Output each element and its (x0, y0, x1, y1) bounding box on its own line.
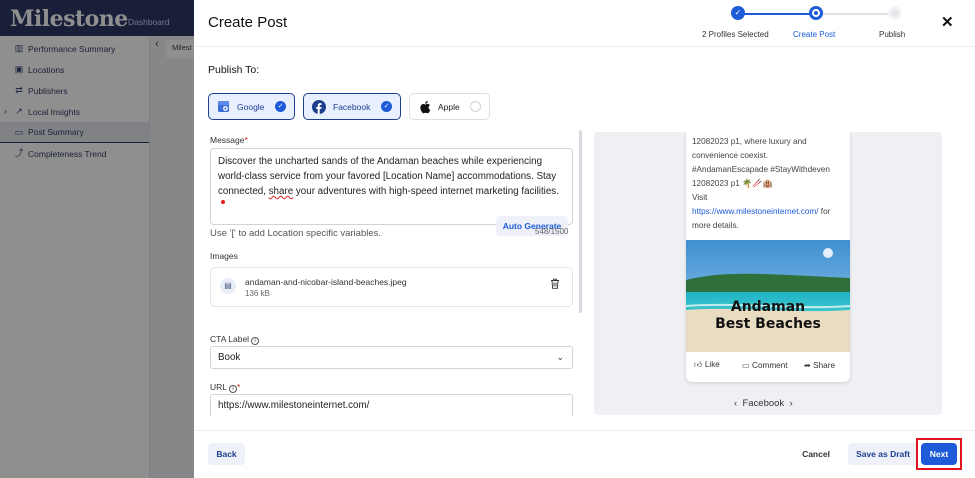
check-icon: ✓ (381, 101, 392, 112)
file-size: 136 kB (245, 289, 270, 298)
divider (194, 430, 975, 431)
url-input[interactable]: https://www.milestoneinternet.com/ (210, 394, 573, 416)
preview-line: 12082023 p1, where luxury and (692, 137, 807, 146)
chevron-right-icon[interactable]: › (789, 398, 792, 409)
cta-selected-value: Book (218, 352, 241, 363)
publisher-chip-facebook[interactable]: Facebook ✓ (303, 93, 401, 120)
facebook-preview-card: 12082023 p1, where luxury and convenienc… (686, 132, 850, 382)
images-label: Images (210, 251, 238, 261)
apple-icon (420, 100, 431, 113)
preview-line: more details. (692, 221, 739, 230)
preview-text: for (818, 207, 831, 216)
image-caption-line: Best Beaches (715, 316, 821, 332)
action-label: Share (813, 361, 836, 370)
error-dot-icon (221, 200, 225, 204)
preview-image: Andaman Best Beaches (686, 240, 850, 352)
post-form: Message* Discover the uncharted sands of… (208, 130, 583, 416)
required-mark: * (244, 135, 248, 145)
chevron-left-icon[interactable]: ‹ (734, 398, 737, 409)
image-caption: Andaman Best Beaches (686, 299, 850, 333)
publisher-chip-apple[interactable]: Apple (409, 93, 490, 120)
variables-hint: Use '[' to add Location specific variabl… (210, 228, 382, 239)
modal-title: Create Post (208, 14, 288, 31)
unchecked-radio-icon (470, 101, 481, 112)
divider (194, 46, 975, 47)
create-post-modal: Create Post ✓ 2 Profiles Selected Create… (194, 0, 975, 478)
message-label: Message* (210, 135, 248, 145)
comment-icon: ▭ (742, 361, 750, 370)
message-textarea[interactable]: Discover the uncharted sands of the Anda… (210, 148, 573, 236)
step-todo-icon (888, 6, 902, 20)
file-name: andaman-and-nicobar-island-beaches.jpeg (245, 277, 407, 287)
save-as-draft-button[interactable]: Save as Draft (848, 443, 918, 465)
file-icon: ▤ (220, 278, 236, 294)
step-label-create-post: Create Post (793, 30, 836, 39)
cta-label-text: CTA Label (210, 334, 250, 344)
preview-line: convenience coexist. (692, 151, 769, 160)
info-icon[interactable]: i (229, 385, 238, 393)
share-icon: ➦ (804, 361, 811, 370)
spelling-error-word: share (268, 186, 294, 197)
required-mark: * (237, 382, 241, 392)
publish-to-label: Publish To: (208, 64, 260, 76)
form-scrollbar[interactable] (579, 130, 582, 313)
preview-line: #AndamanEscapade #StayWithdeven (692, 165, 830, 174)
back-button[interactable]: Back (208, 443, 245, 465)
character-counter: 548/1500 (535, 227, 569, 236)
close-icon[interactable]: ✕ (941, 13, 954, 31)
step-current-icon (809, 6, 823, 20)
next-button[interactable]: Next (921, 443, 957, 465)
info-icon[interactable]: i (251, 337, 260, 345)
action-label: Like (704, 360, 720, 369)
preview-line: 12082023 p1 🌴🥢🏨 (692, 179, 773, 188)
like-button[interactable]: 👍︎ Like (694, 360, 720, 370)
google-business-icon (218, 101, 229, 112)
step-label-profiles: 2 Profiles Selected (702, 30, 769, 39)
image-caption-line: Andaman (730, 299, 806, 315)
message-text: your adventures with high-speed internet… (293, 186, 559, 197)
beach-photo (686, 240, 850, 352)
step-label-publish: Publish (879, 30, 906, 39)
facebook-icon (312, 99, 326, 114)
image-attachment: ▤ andaman-and-nicobar-island-beaches.jpe… (210, 267, 573, 307)
post-preview-panel: 12082023 p1, where luxury and convenienc… (594, 132, 942, 415)
preview-actions: 👍︎ Like ▭ Comment ➦ Share (686, 356, 850, 376)
preview-publisher-label: Facebook (742, 398, 785, 409)
progress-stepper: ✓ 2 Profiles Selected Create Post Publis… (702, 6, 924, 42)
share-button[interactable]: ➦ Share (804, 360, 835, 370)
preview-line: https://www.milestoneinternet.com/ for (692, 205, 846, 219)
preview-publisher-nav: ‹ Facebook › (734, 398, 793, 409)
action-label: Comment (752, 361, 788, 370)
preview-line: Visit (692, 193, 708, 202)
publisher-label: Apple (438, 101, 460, 112)
preview-link[interactable]: https://www.milestoneinternet.com/ (692, 207, 819, 216)
preview-post-text: 12082023 p1, where luxury and convenienc… (692, 135, 846, 233)
cancel-button[interactable]: Cancel (794, 443, 838, 465)
url-label-text: URL (210, 382, 228, 392)
comment-button[interactable]: ▭ Comment (742, 360, 788, 370)
step-done-icon: ✓ (731, 6, 745, 20)
publisher-label: Facebook (333, 101, 371, 112)
thumbs-up-icon: 👍︎ (694, 360, 703, 369)
cta-select[interactable]: Book ⌄ (210, 346, 573, 369)
check-icon: ✓ (275, 101, 286, 112)
cta-label: CTA Label i (210, 334, 260, 345)
step-connector (738, 13, 816, 15)
publisher-chip-google[interactable]: Google ✓ (208, 93, 295, 120)
url-label: URL i * (210, 382, 240, 393)
publisher-label: Google (237, 101, 265, 112)
message-label-text: Message (210, 135, 245, 145)
chevron-down-icon: ⌄ (556, 352, 564, 362)
trash-icon[interactable] (550, 278, 560, 292)
